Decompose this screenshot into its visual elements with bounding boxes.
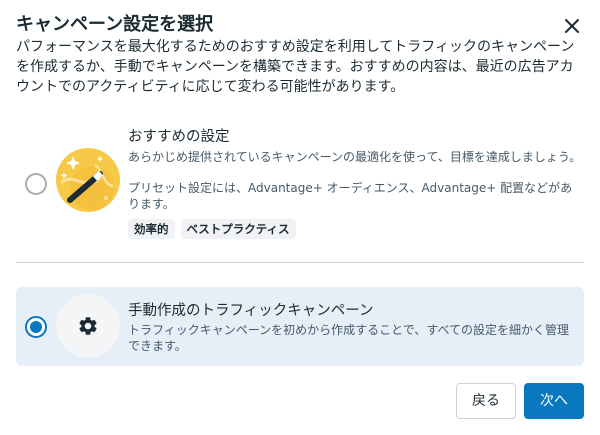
recommended-radio[interactable] <box>25 173 47 195</box>
next-button[interactable]: 次へ <box>524 383 584 419</box>
magic-wand-icon <box>56 148 120 212</box>
manual-icon-container <box>56 294 120 358</box>
manual-title: 手動作成のトラフィックキャンペーン <box>128 303 374 319</box>
dialog-description: パフォーマンスを最大化するためのおすすめ設定を利用してトラフィックのキャンペーン… <box>16 39 575 95</box>
close-icon <box>565 19 579 33</box>
tag-best-practice: ベストプラクティス <box>180 219 296 239</box>
option-manual[interactable]: 手動作成のトラフィックキャンペーン トラフィックキャンペーンを初めから作成するこ… <box>16 287 584 366</box>
recommended-tags: 効率的 ベストプラクティス <box>128 219 296 239</box>
radio-selected-dot <box>30 321 42 333</box>
manual-description: トラフィックキャンペーンを初めから作成することで、すべての設定を細かく管理できま… <box>128 323 570 353</box>
back-button[interactable]: 戻る <box>456 383 516 419</box>
campaign-settings-dialog: キャンペーン設定を選択 パフォーマンスを最大化するためのおすすめ設定を利用してト… <box>0 0 600 435</box>
gear-icon <box>79 317 97 335</box>
recommended-title: おすすめの設定 <box>128 129 230 145</box>
dialog-title: キャンペーン設定を選択 <box>16 14 214 35</box>
recommended-description-2: プリセット設定には、Advantage+ オーディエンス、Advantage+ … <box>128 181 573 211</box>
options-divider <box>16 262 584 263</box>
option-recommended[interactable]: おすすめの設定 あらかじめ提供されているキャンペーンの最適化を使って、目標を達成… <box>16 118 584 248</box>
close-button[interactable] <box>560 14 584 38</box>
manual-radio[interactable] <box>25 316 47 338</box>
recommended-description-1: あらかじめ提供されているキャンペーンの最適化を使って、目標を達成しましょう。 <box>128 150 582 164</box>
tag-efficient: 効率的 <box>128 219 175 239</box>
